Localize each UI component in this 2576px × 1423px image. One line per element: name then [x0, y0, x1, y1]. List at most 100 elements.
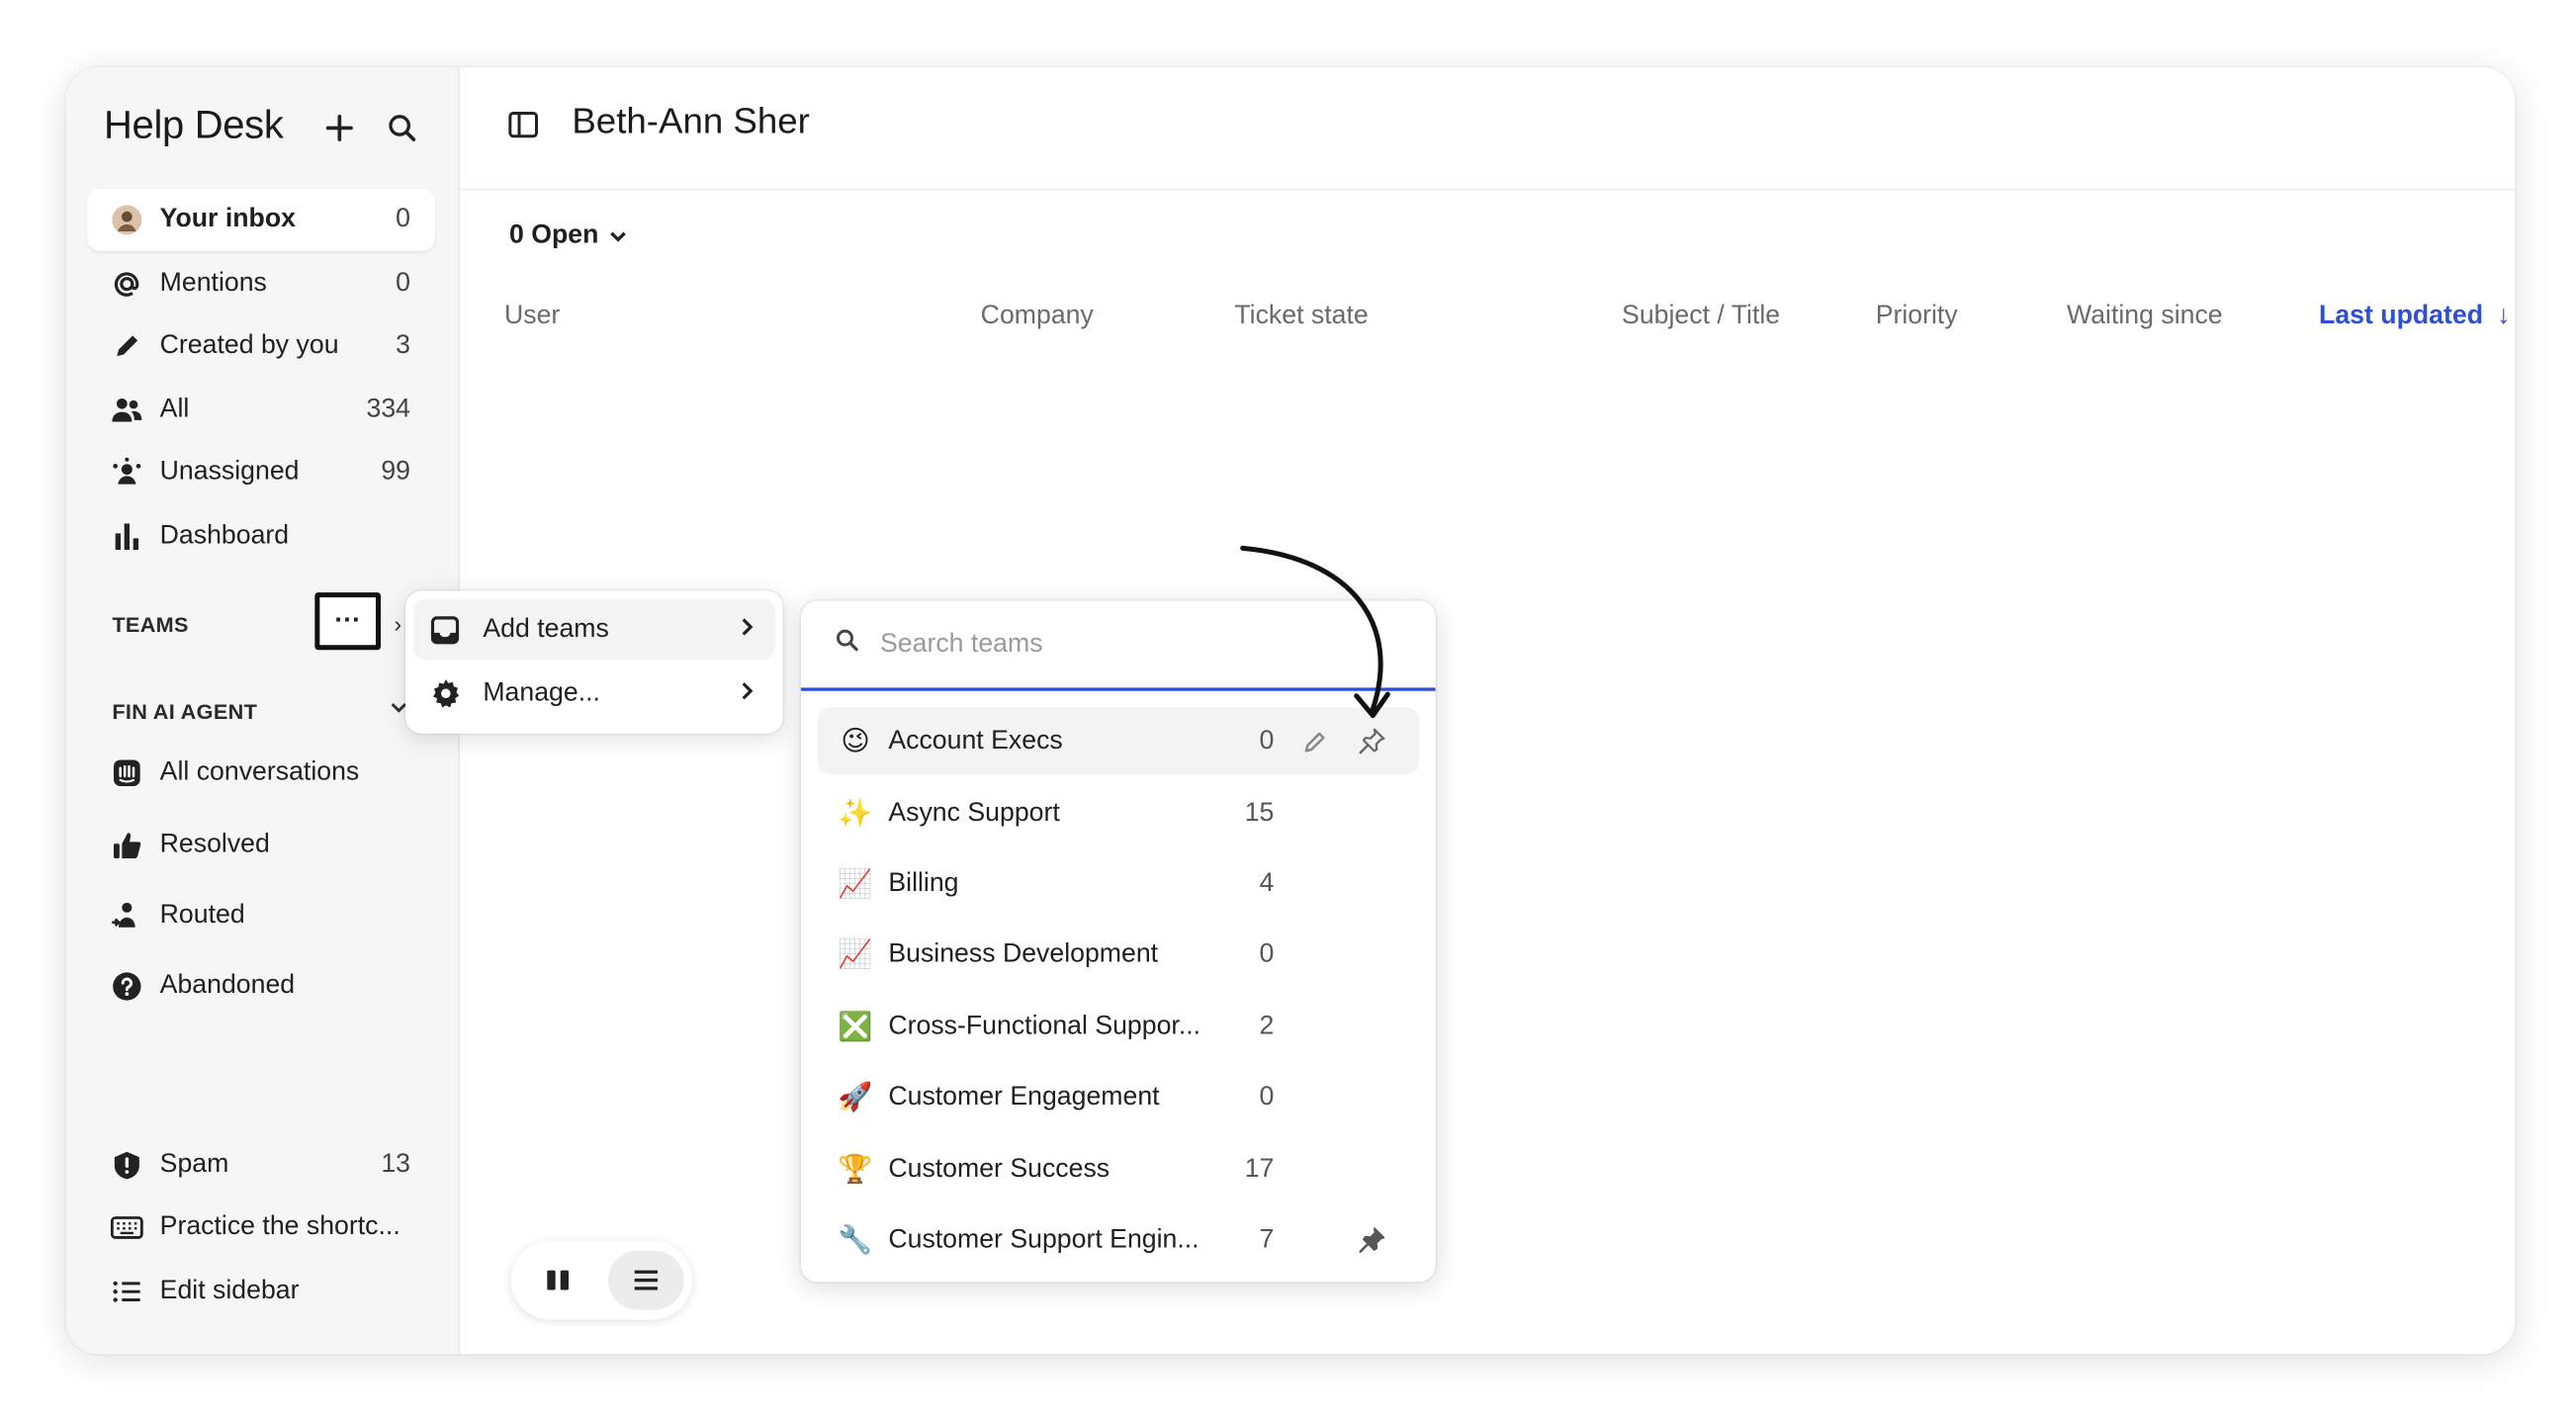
- team-label: Customer Engagement: [888, 1082, 1160, 1111]
- pin-filled-icon: [1358, 1227, 1384, 1253]
- menu-item-label: Add teams: [483, 614, 609, 643]
- menu-item-label: Manage...: [483, 678, 600, 707]
- sidebar-item-count: 0: [396, 205, 411, 233]
- new-conversation-button[interactable]: [321, 110, 358, 146]
- team-item-account-execs[interactable]: 😉 Account Execs 0: [817, 707, 1420, 775]
- team-item-customer-engagement[interactable]: 🚀 Customer Engagement 0: [818, 1063, 1419, 1130]
- team-emoji: ✨: [838, 796, 873, 829]
- sidebar-item-label: Unassigned: [159, 458, 300, 487]
- list-icon: [111, 1276, 143, 1308]
- sidebar-item-spam[interactable]: Spam 13: [87, 1134, 435, 1197]
- team-emoji: 🚀: [838, 1080, 873, 1112]
- gear-icon: [428, 677, 461, 709]
- sidebar-item-mentions[interactable]: Mentions 0: [87, 253, 435, 315]
- team-count: 0: [1259, 1082, 1275, 1111]
- edit-team-button[interactable]: [1297, 723, 1334, 759]
- team-emoji: 😉: [841, 724, 870, 756]
- teams-context-menu: Add teams Manage...: [405, 590, 783, 734]
- list-view-icon: [634, 1270, 659, 1290]
- view-mode-toggle: [510, 1240, 693, 1320]
- chevron-right-icon: [739, 678, 755, 708]
- toggle-sidebar-button[interactable]: [507, 110, 540, 147]
- sidebar-item-your-inbox[interactable]: Your inbox 0: [87, 188, 436, 251]
- team-emoji: 🔧: [838, 1223, 873, 1255]
- sidebar-item-label: Your inbox: [159, 205, 296, 233]
- sidebar-item-all-conversations[interactable]: All conversations: [87, 742, 435, 804]
- sidebar-item-all[interactable]: All 334: [87, 379, 435, 441]
- people-icon: [111, 394, 143, 426]
- team-label: Cross-Functional Suppor...: [888, 1012, 1201, 1040]
- column-header-label: Last updated: [2319, 302, 2483, 330]
- keyboard-icon: [110, 1211, 143, 1244]
- teams-chevron-icon[interactable]: ›: [394, 610, 401, 637]
- sidebar-toggle-icon: [508, 112, 539, 138]
- team-label: Customer Success: [888, 1154, 1110, 1183]
- column-header-waiting-since[interactable]: Waiting since: [2067, 302, 2223, 331]
- team-item-cross-functional-support[interactable]: ❎ Cross-Functional Suppor... 2: [818, 993, 1419, 1060]
- plus-icon: [325, 115, 353, 141]
- sidebar-item-label: Routed: [159, 901, 245, 930]
- sort-arrow-down-icon: ↓: [2497, 302, 2511, 330]
- team-count: 15: [1244, 798, 1275, 827]
- list-view-button[interactable]: [608, 1250, 684, 1310]
- sidebar-item-count: 3: [396, 331, 411, 360]
- team-count: 17: [1244, 1154, 1275, 1183]
- menu-item-manage[interactable]: Manage...: [413, 664, 774, 724]
- team-item-business-development[interactable]: 📈 Business Development 0: [818, 921, 1419, 988]
- teams-search-input[interactable]: [880, 629, 1376, 660]
- team-count: 4: [1259, 868, 1275, 898]
- chevron-right-icon: [739, 615, 755, 645]
- sidebar-item-edit-sidebar[interactable]: Edit sidebar: [87, 1261, 435, 1323]
- search-button[interactable]: [384, 110, 420, 146]
- sidebar-item-label: Spam: [159, 1150, 229, 1179]
- sidebar-item-label: All: [159, 395, 190, 424]
- app-title: Help Desk: [104, 103, 284, 148]
- team-emoji: ❎: [838, 1010, 873, 1042]
- team-item-customer-success[interactable]: 🏆 Customer Success 17: [818, 1136, 1419, 1203]
- fin-heading: FIN AI AGENT: [112, 699, 258, 724]
- inbox-icon: [428, 615, 461, 645]
- thumbs-up-icon: [111, 829, 143, 861]
- unpin-team-button[interactable]: [1353, 1222, 1389, 1259]
- search-icon: [389, 115, 416, 141]
- teams-more-button[interactable]: ···: [314, 592, 382, 651]
- sidebar-item-practice-shortcuts[interactable]: Practice the shortc...: [87, 1197, 435, 1259]
- sidebar-item-created-by-you[interactable]: Created by you 3: [87, 315, 435, 378]
- spam-icon: [111, 1149, 143, 1182]
- sidebar-item-abandoned[interactable]: Abandoned: [87, 955, 435, 1018]
- status-filter-dropdown[interactable]: 0 Open: [509, 222, 628, 251]
- at-icon: [111, 268, 143, 301]
- team-emoji: 📈: [838, 867, 873, 899]
- team-item-async-support[interactable]: ✨ Async Support 15: [818, 779, 1419, 846]
- column-header-company[interactable]: Company: [981, 302, 1094, 331]
- sidebar-item-resolved[interactable]: Resolved: [87, 814, 435, 876]
- column-header-last-updated[interactable]: Last updated ↓: [2319, 302, 2510, 331]
- fin-icon: [111, 756, 143, 789]
- pin-team-button[interactable]: [1353, 723, 1389, 759]
- sidebar-item-unassigned[interactable]: Unassigned 99: [87, 441, 435, 503]
- column-header-priority[interactable]: Priority: [1876, 302, 1958, 331]
- split-view-button[interactable]: [521, 1251, 597, 1310]
- team-label: Async Support: [888, 798, 1060, 827]
- column-header-ticket-state[interactable]: Ticket state: [1234, 302, 1368, 331]
- question-icon: [111, 970, 143, 1003]
- sidebar: Help Desk Your inbox 0 Mentions 0 Create…: [65, 67, 461, 1355]
- routed-icon: [111, 900, 143, 933]
- column-header-subject[interactable]: Subject / Title: [1622, 302, 1780, 331]
- teams-search: [801, 600, 1436, 691]
- team-item-customer-support-engineering[interactable]: 🔧 Customer Support Engin... 7: [818, 1206, 1419, 1274]
- sidebar-item-dashboard[interactable]: Dashboard: [87, 505, 435, 568]
- team-count: 2: [1259, 1012, 1275, 1040]
- sidebar-item-label: Practice the shortc...: [159, 1212, 400, 1241]
- sidebar-item-label: Dashboard: [159, 521, 290, 550]
- team-label: Customer Support Engin...: [888, 1224, 1199, 1254]
- menu-item-add-teams[interactable]: Add teams: [413, 598, 775, 661]
- teams-picker: 😉 Account Execs 0 ✨ Async Support 15 📈 B…: [801, 600, 1436, 1283]
- team-label: Business Development: [888, 939, 1159, 968]
- pin-outline-icon: [1358, 728, 1384, 755]
- column-header-user[interactable]: User: [504, 302, 560, 331]
- team-emoji: 📈: [838, 937, 873, 970]
- sidebar-item-routed[interactable]: Routed: [87, 885, 435, 947]
- team-item-billing[interactable]: 📈 Billing 4: [818, 850, 1419, 918]
- bar-chart-icon: [111, 520, 143, 553]
